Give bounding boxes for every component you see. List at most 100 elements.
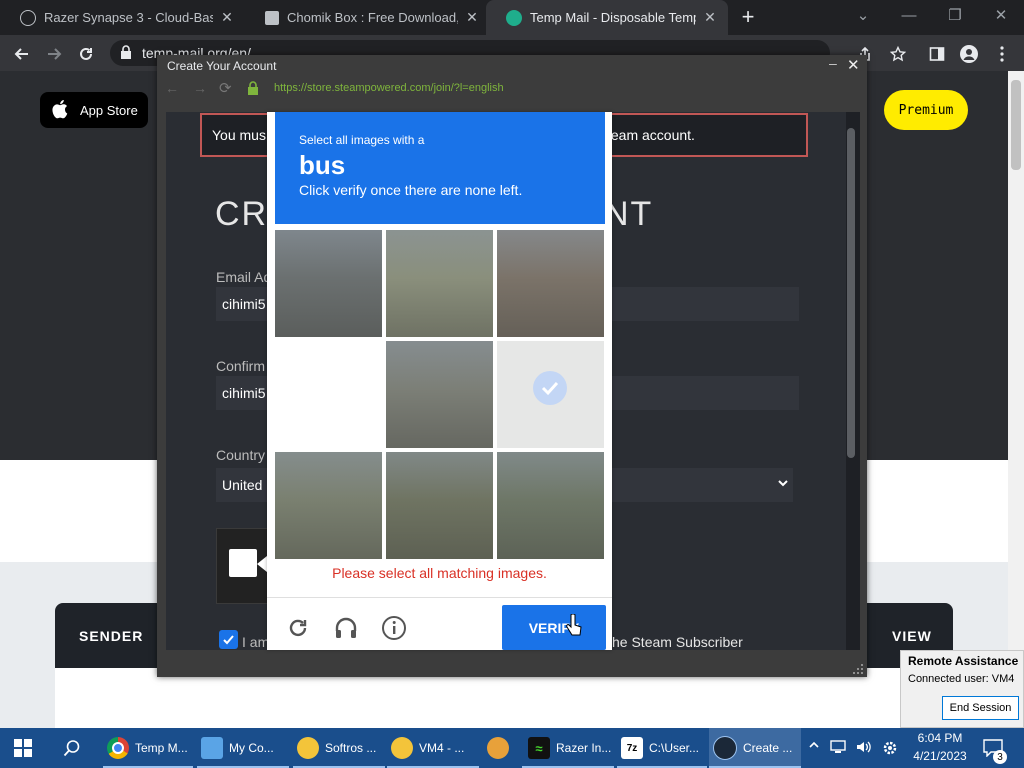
captcha-error: Please select all matching images. bbox=[332, 565, 547, 581]
lock-icon bbox=[120, 45, 132, 62]
tab-title: Chomik Box : Free Download, Bo bbox=[287, 10, 458, 25]
captcha-header: Select all images with a bus Click verif… bbox=[275, 112, 605, 224]
back-icon[interactable] bbox=[12, 44, 32, 64]
tab-tempmail[interactable]: Temp Mail - Disposable Tempora ✕ bbox=[486, 0, 728, 35]
country-select-tail[interactable] bbox=[612, 468, 793, 502]
notification-count-badge: 3 bbox=[993, 750, 1007, 764]
taskbar-item-chrome[interactable]: Temp M... bbox=[103, 728, 193, 768]
popup-titlebar: Create Your Account – ✕ bbox=[157, 55, 867, 77]
premium-button[interactable]: Premium bbox=[884, 90, 968, 130]
close-tab-icon[interactable]: ✕ bbox=[219, 9, 235, 26]
forward-icon[interactable] bbox=[44, 44, 64, 64]
7zip-icon: 7z bbox=[621, 737, 643, 759]
audio-challenge-icon[interactable] bbox=[330, 612, 362, 644]
popup-forward-icon[interactable]: → bbox=[193, 80, 207, 96]
agree-text-left: I am bbox=[242, 634, 270, 650]
popup-title: Create Your Account bbox=[167, 59, 277, 73]
steam-icon bbox=[713, 736, 737, 760]
email-value: cihimi5 bbox=[222, 296, 266, 312]
captcha-prompt: Select all images with a bbox=[299, 133, 425, 147]
volume-icon[interactable] bbox=[855, 739, 873, 760]
restore-button[interactable]: ❐ bbox=[932, 0, 978, 30]
razer-icon: ≈ bbox=[528, 737, 550, 759]
archive-icon bbox=[265, 10, 279, 25]
apple-icon bbox=[52, 99, 70, 122]
agree-text-right: he Steam Subscriber bbox=[612, 634, 743, 650]
reload-challenge-icon[interactable] bbox=[282, 612, 314, 644]
captcha-tile[interactable] bbox=[497, 452, 604, 559]
captcha-tile[interactable] bbox=[275, 230, 382, 337]
country-select[interactable]: United bbox=[216, 468, 268, 502]
taskbar-item-softros[interactable]: Softros ... bbox=[293, 728, 385, 768]
tab-search-icon[interactable]: ⌄ bbox=[840, 0, 886, 30]
new-tab-button[interactable]: + bbox=[738, 6, 758, 28]
close-tab-icon[interactable]: ✕ bbox=[702, 9, 718, 26]
close-tab-icon[interactable]: ✕ bbox=[464, 9, 480, 26]
end-session-button[interactable]: End Session bbox=[942, 696, 1019, 720]
bookmark-star-icon[interactable] bbox=[888, 44, 908, 64]
captcha-footer-divider bbox=[267, 597, 612, 598]
minimize-button[interactable]: — bbox=[886, 0, 932, 30]
taskbar-label: Create ... bbox=[743, 741, 793, 755]
country-value: United bbox=[222, 477, 263, 493]
captcha-tile[interactable] bbox=[386, 230, 493, 337]
info-icon[interactable] bbox=[378, 612, 410, 644]
captcha-pointer-arrow bbox=[257, 556, 267, 572]
profile-icon[interactable] bbox=[959, 44, 979, 64]
inbox-list bbox=[55, 668, 953, 728]
confirm-email-input[interactable]: cihimi5 bbox=[216, 376, 268, 410]
popup-minimize-button[interactable]: – bbox=[829, 55, 837, 71]
search-icon[interactable] bbox=[63, 739, 81, 762]
captcha-tile[interactable] bbox=[275, 341, 382, 448]
selected-check-icon bbox=[533, 371, 567, 405]
steam-scrollbar-thumb[interactable] bbox=[847, 128, 855, 458]
taskbar-item-razer[interactable]: ≈ Razer In... bbox=[522, 728, 614, 768]
agree-checkbox[interactable] bbox=[219, 630, 238, 649]
taskbar-item-shield[interactable] bbox=[481, 728, 515, 768]
sidepanel-icon[interactable] bbox=[927, 44, 947, 64]
clock-date[interactable]: 4/21/2023 bbox=[910, 749, 970, 763]
resize-grip-icon[interactable] bbox=[852, 662, 864, 674]
remote-assistance-title: Remote Assistance bbox=[908, 654, 1019, 668]
reload-icon[interactable] bbox=[76, 44, 96, 64]
taskbar-item-7zip[interactable]: 7z C:\User... bbox=[617, 728, 707, 768]
globe-icon bbox=[20, 9, 36, 26]
tray-overflow-icon[interactable] bbox=[808, 739, 820, 754]
error-banner-text-right: team account. bbox=[607, 127, 695, 143]
recaptcha-checkbox[interactable] bbox=[229, 549, 257, 577]
taskbar-item-steam[interactable]: Create ... bbox=[709, 728, 801, 768]
email-input-tail[interactable] bbox=[612, 287, 799, 321]
email-label: Email Ad bbox=[216, 269, 272, 285]
tab-chomik[interactable]: Chomik Box : Free Download, Bo ✕ bbox=[245, 0, 490, 35]
captcha-tile[interactable] bbox=[275, 452, 382, 559]
popup-close-button[interactable]: ✕ bbox=[847, 56, 860, 74]
taskbar-label: C:\User... bbox=[649, 741, 700, 755]
verify-button[interactable]: VERIFY bbox=[502, 605, 606, 650]
popup-urlbar: ← → ⟳ https://store.steampowered.com/joi… bbox=[157, 77, 867, 101]
mouse-cursor-icon bbox=[566, 613, 582, 643]
confirm-email-input-tail[interactable] bbox=[612, 376, 799, 410]
taskbar-item-vm4[interactable]: VM4 - ... bbox=[387, 728, 479, 768]
clock-time[interactable]: 6:04 PM bbox=[910, 731, 970, 745]
taskbar-label: My Co... bbox=[229, 741, 274, 755]
popup-back-icon[interactable]: ← bbox=[165, 80, 179, 96]
captcha-tile[interactable] bbox=[386, 341, 493, 448]
taskbar-item-mycomputer[interactable]: My Co... bbox=[197, 728, 289, 768]
captcha-tile[interactable] bbox=[386, 452, 493, 559]
captcha-tile[interactable] bbox=[497, 230, 604, 337]
page-scrollbar-thumb[interactable] bbox=[1011, 80, 1021, 170]
windows-start-icon[interactable] bbox=[14, 739, 32, 762]
close-window-button[interactable]: ✕ bbox=[978, 0, 1024, 30]
network-icon[interactable] bbox=[829, 739, 847, 760]
popup-reload-icon[interactable]: ⟳ bbox=[219, 79, 232, 97]
email-input[interactable]: cihimi5 bbox=[216, 287, 268, 321]
menu-kebab-icon[interactable] bbox=[992, 44, 1012, 64]
taskbar-label: Razer In... bbox=[556, 741, 612, 755]
tempmail-icon bbox=[506, 9, 522, 26]
captcha-tile[interactable] bbox=[497, 341, 604, 448]
app-store-button[interactable]: App Store bbox=[40, 92, 148, 128]
shield-app-icon bbox=[487, 737, 509, 759]
tab-razer[interactable]: Razer Synapse 3 - Cloud-Based H ✕ bbox=[0, 0, 245, 35]
settings-gear-icon[interactable] bbox=[881, 739, 899, 762]
sender-column-header: SENDER bbox=[79, 628, 144, 644]
